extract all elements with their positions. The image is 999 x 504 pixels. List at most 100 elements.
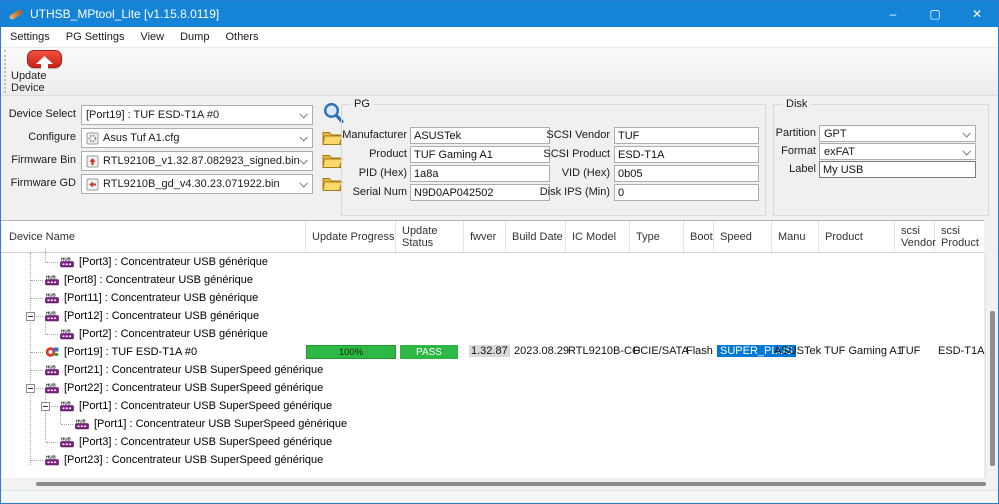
horizontal-scrollbar-thumb[interactable]: [36, 482, 986, 486]
usb-hub-icon: HUB: [45, 274, 61, 289]
update-device-button[interactable]: Update Device: [11, 50, 77, 94]
col-update-status[interactable]: Update Status: [396, 221, 464, 252]
firmware-gd-combo[interactable]: RTL9210B_gd_v4.30.23.071922.bin: [81, 174, 313, 194]
configure-label: Configure: [3, 131, 76, 143]
manufacturer-field[interactable]: [410, 127, 550, 144]
build-date-value: 2023.08.29: [514, 345, 569, 357]
vertical-scrollbar-thumb[interactable]: [990, 311, 995, 466]
usb-hub-icon: HUB: [75, 418, 91, 433]
firmware-bin-value: RTL9210B_v1.32.87.082923_signed.bin: [103, 155, 300, 167]
firmware-bin-label: Firmware Bin: [3, 154, 76, 166]
serial-num-field[interactable]: [410, 184, 550, 201]
col-type[interactable]: Type: [630, 221, 684, 252]
scsi-product-field[interactable]: [614, 146, 759, 163]
collapse-toggle-icon[interactable]: [41, 402, 50, 411]
col-product[interactable]: Product: [819, 221, 895, 252]
usb-hub-icon: HUB: [60, 400, 76, 415]
svg-text:HUB: HUB: [46, 383, 56, 388]
usb-hub-icon: HUB: [45, 364, 61, 379]
scsi-vendor-field[interactable]: [614, 127, 759, 144]
col-device-name[interactable]: Device Name: [1, 221, 306, 252]
tree-row[interactable]: HUB [Port8] : Concentrateur USB génériqu…: [1, 271, 984, 289]
col-update-progress[interactable]: Update Progress: [306, 221, 396, 252]
tree-row-label: [Port22] : Concentrateur USB SuperSpeed …: [64, 382, 323, 394]
tree-row-label: [Port1] : Concentrateur USB SuperSpeed g…: [79, 400, 332, 412]
scsi-product-label: SCSI Product: [542, 146, 610, 163]
tree-row-label: [Port8] : Concentrateur USB générique: [64, 274, 253, 286]
tree-row[interactable]: HUB [Port3] : Concentrateur USB SuperSpe…: [1, 433, 984, 451]
usb-hub-icon: HUB: [60, 256, 76, 271]
window-title: UTHSB_MPtool_Lite [v1.15.8.0119]: [30, 7, 219, 21]
disk-ips-field[interactable]: [614, 184, 759, 201]
usb-hub-icon: HUB: [45, 382, 61, 397]
device-select-combo[interactable]: [Port19] : TUF ESD-T1A #0: [81, 105, 313, 125]
menu-dump[interactable]: Dump: [172, 27, 217, 47]
pg-group-title: PG: [350, 98, 374, 110]
collapse-toggle-icon[interactable]: [26, 384, 35, 393]
collapse-toggle-icon[interactable]: [26, 312, 35, 321]
tree-row[interactable]: HUB [Port22] : Concentrateur USB SuperSp…: [1, 379, 984, 397]
col-boot[interactable]: Boot: [684, 221, 714, 252]
tree-row[interactable]: HUB [Port1] : Concentrateur USB SuperSpe…: [1, 397, 984, 415]
col-scsi-vendor[interactable]: scsi Vendor: [895, 221, 935, 252]
product-field[interactable]: [410, 146, 550, 163]
horizontal-scrollbar[interactable]: [1, 478, 999, 490]
pid-field[interactable]: [410, 165, 550, 182]
tree-row[interactable]: HUB [Port21] : Concentrateur USB SuperSp…: [1, 361, 984, 379]
col-build-date[interactable]: Build Date: [506, 221, 566, 252]
tree-row-label: [Port12] : Concentrateur USB générique: [64, 310, 259, 322]
usb-hub-icon: HUB: [45, 310, 61, 325]
col-ic-model[interactable]: IC Model: [566, 221, 630, 252]
disk-label-field[interactable]: [819, 161, 976, 178]
tree-row[interactable]: HUB [Port23] : Concentrateur USB SuperSp…: [1, 451, 984, 469]
svg-text:HUB: HUB: [61, 329, 71, 334]
format-combo[interactable]: exFAT: [819, 143, 976, 160]
pg-group: PG Manufacturer Product PID (Hex) Serial…: [341, 104, 766, 216]
chevron-down-icon: [299, 110, 307, 118]
usb-device-icon: [45, 346, 60, 361]
tree-row-label: [Port1] : Concentrateur USB SuperSpeed g…: [94, 418, 347, 430]
firmware-bin-combo[interactable]: RTL9210B_v1.32.87.082923_signed.bin: [81, 151, 313, 171]
product-label: Product: [342, 146, 407, 163]
tree-row-label: [Port2] : Concentrateur USB générique: [79, 328, 268, 340]
manu-value: ASUSTek: [774, 345, 821, 357]
minimize-button[interactable]: –: [872, 1, 914, 27]
menu-bar: Settings PG Settings View Dump Others: [1, 27, 998, 48]
toolbar-gripper: [4, 50, 6, 93]
serial-num-label: Serial Num: [342, 184, 407, 201]
tree-row-label: [Port23] : Concentrateur USB SuperSpeed …: [64, 454, 323, 466]
tree-row-device[interactable]: [Port19] : TUF ESD-T1A #0 100% PASS 1.32…: [1, 343, 984, 361]
menu-view[interactable]: View: [132, 27, 172, 47]
close-button[interactable]: ✕: [956, 1, 998, 27]
col-manu[interactable]: Manu: [772, 221, 819, 252]
menu-others[interactable]: Others: [217, 27, 266, 47]
tree-row[interactable]: HUB [Port1] : Concentrateur USB SuperSpe…: [1, 415, 984, 433]
app-window: UTHSB_MPtool_Lite [v1.15.8.0119] – ▢ ✕ S…: [0, 0, 999, 504]
tree-row[interactable]: HUB [Port2] : Concentrateur USB génériqu…: [1, 325, 984, 343]
col-scsi-product[interactable]: scsi Product: [935, 221, 984, 252]
menu-settings[interactable]: Settings: [1, 27, 58, 47]
device-tree: HUB [Port3] : Concentrateur USB génériqu…: [1, 253, 984, 478]
fwver-value: 1.32.87: [469, 345, 510, 357]
tree-row-label: [Port3] : Concentrateur USB SuperSpeed g…: [79, 436, 332, 448]
configure-combo[interactable]: Asus Tuf A1.cfg: [81, 128, 313, 148]
menu-pg-settings[interactable]: PG Settings: [58, 27, 133, 47]
partition-combo[interactable]: GPT: [819, 125, 976, 142]
status-bar: [1, 490, 999, 503]
format-label: Format: [774, 143, 816, 160]
vid-field[interactable]: [614, 165, 759, 182]
tree-row[interactable]: HUB [Port11] : Concentrateur USB génériq…: [1, 289, 984, 307]
scsi-vendor-value: TUF: [899, 345, 920, 357]
col-fwver[interactable]: fwver: [464, 221, 506, 252]
tree-row[interactable]: HUB [Port12] : Concentrateur USB génériq…: [1, 307, 984, 325]
col-speed[interactable]: Speed: [714, 221, 772, 252]
device-select-label: Device Select: [3, 108, 76, 120]
firmware-file-icon: [86, 178, 99, 191]
tree-row-label: [Port21] : Concentrateur USB SuperSpeed …: [64, 364, 323, 376]
maximize-button[interactable]: ▢: [914, 1, 956, 27]
tree-row[interactable]: HUB [Port3] : Concentrateur USB génériqu…: [1, 253, 984, 271]
disk-ips-label: Disk IPS (Min): [538, 184, 610, 201]
vertical-scrollbar[interactable]: [985, 253, 998, 478]
config-file-icon: [86, 132, 99, 145]
device-select-value: [Port19] : TUF ESD-T1A #0: [86, 109, 219, 121]
